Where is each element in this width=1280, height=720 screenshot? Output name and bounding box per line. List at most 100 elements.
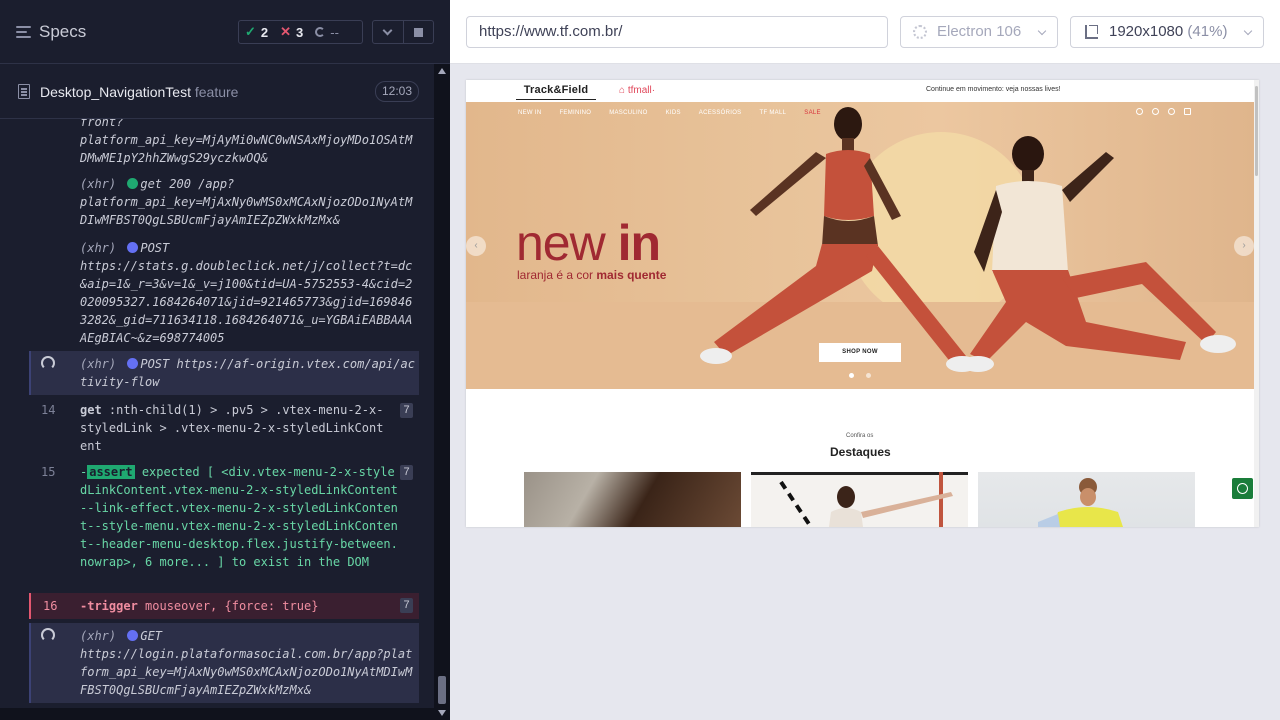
carousel-next-button[interactable]: ›: [1234, 236, 1254, 256]
loading-spinner-icon: [41, 628, 55, 642]
pending-icon: [315, 27, 326, 37]
carousel-dot[interactable]: [849, 373, 854, 378]
site-topbar: Track&Field ⌂ tfmall· Continue em movime…: [466, 80, 1259, 102]
carousel-dot[interactable]: [866, 373, 871, 378]
site-logo[interactable]: Track&Field: [516, 84, 596, 100]
command-selector: :nth-child(1) > .pv5 > .vtex-menu-2-x-st…: [80, 403, 384, 453]
url-bar[interactable]: https://www.tf.com.br/: [466, 16, 888, 48]
hero-sub-b: mais quente: [596, 268, 667, 282]
command-log-item[interactable]: front? platform_api_key=MjAyMi0wNC0wNSAx…: [29, 119, 419, 165]
shop-now-button[interactable]: SHOP NOW: [819, 343, 901, 362]
xhr-method: POST: [140, 357, 170, 371]
command-message: front? platform_api_key=MjAyMi0wNC0wNSAx…: [80, 119, 415, 167]
bag-icon[interactable]: [1184, 108, 1191, 115]
nav-item[interactable]: FEMININO: [559, 110, 591, 116]
specs-toggle[interactable]: Specs: [16, 22, 86, 42]
element-count-badge: 7: [400, 403, 413, 418]
passed-stat: ✓ 2: [239, 24, 274, 40]
command-args: mouseover, {force: true}: [145, 599, 319, 613]
hero-sub-a: laranja é a cor: [517, 268, 597, 282]
viewport-size: 1920x1080: [1109, 23, 1184, 40]
reporter-scrollbar[interactable]: [434, 64, 450, 720]
command-message: get :nth-child(1) > .pv5 > .vtex-menu-2-…: [80, 401, 385, 455]
search-icon[interactable]: [1136, 108, 1143, 115]
assert-tag: assert: [87, 465, 135, 479]
collapse-button[interactable]: [373, 21, 404, 43]
command-name: -trigger: [80, 599, 138, 613]
product-card[interactable]: [978, 472, 1195, 527]
command-log-item[interactable]: 14 get :nth-child(1) > .pv5 > .vtex-menu…: [29, 401, 419, 457]
card-image: [1038, 478, 1123, 527]
xhr-tag: (xhr): [80, 177, 117, 191]
command-log-item[interactable]: 16 -trigger mouseover, {force: true} 7: [29, 593, 419, 619]
pending-count: --: [330, 24, 339, 40]
specs-title: Specs: [39, 22, 87, 41]
run-controls: [372, 20, 434, 44]
tfmall-link[interactable]: ⌂ tfmall·: [619, 85, 655, 96]
xhr-url: https://login.plataformasocial.com.br/ap…: [80, 647, 413, 697]
spec-file-name: Desktop_NavigationTest: [40, 84, 191, 100]
passed-count: 2: [260, 24, 269, 40]
site-message[interactable]: Continue em movimento: veja nossas lives…: [926, 86, 1061, 93]
browser-selector[interactable]: Electron 106: [900, 16, 1058, 48]
status-dot-icon: [127, 358, 139, 369]
reporter-header: Specs ✓ 2 ✕ 3 --: [0, 0, 450, 64]
heart-icon[interactable]: [1152, 108, 1159, 115]
check-icon: ✓: [245, 24, 256, 39]
section-kicker: Confira os: [846, 433, 874, 439]
assert-subject: [ <div.vtex-menu-2-x-styledLinkContent.v…: [80, 465, 398, 569]
product-card[interactable]: [524, 472, 741, 527]
ruler-icon: [1085, 25, 1098, 39]
hero-subtitle: laranja é a cor mais quente: [517, 268, 666, 282]
command-number: 15: [41, 465, 56, 479]
browser-label: Electron 106: [937, 23, 1022, 40]
nav-item[interactable]: NEW IN: [518, 110, 541, 116]
chevron-down-icon: [1037, 26, 1047, 36]
scroll-up-icon[interactable]: [438, 68, 446, 74]
site-scrollbar[interactable]: [1254, 80, 1259, 527]
command-log-item[interactable]: (xhr) get 200 /app? platform_api_key=MjA…: [29, 175, 419, 229]
xhr-url: platform_api_key=MjAxNy0wMS0xMCAxNjozODo…: [80, 195, 413, 227]
xhr-method: get 200 /app?: [140, 177, 235, 191]
chevron-down-icon: [382, 25, 393, 35]
hero-banner[interactable]: NEW IN FEMININO MASCULINO KIDS ACESSÓRIO…: [466, 102, 1254, 389]
user-icon[interactable]: [1168, 108, 1175, 115]
loading-spinner-icon: [41, 356, 55, 370]
app-under-test-frame[interactable]: Track&Field ⌂ tfmall· Continue em movime…: [466, 80, 1259, 527]
status-dot-icon: [127, 178, 139, 189]
element-count-badge: 7: [400, 465, 413, 480]
site-nav-icons: [1136, 108, 1191, 115]
aut-header: https://www.tf.com.br/ Electron 106 1920…: [450, 0, 1280, 64]
command-log-item[interactable]: (xhr) GET https://login.plataformasocial…: [29, 623, 419, 703]
pending-stat: --: [309, 25, 345, 40]
spec-file-ext: feature: [190, 84, 239, 100]
command-log-item[interactable]: (xhr) POST https://af-origin.vtex.com/ap…: [29, 351, 419, 395]
scroll-down-icon[interactable]: [438, 710, 446, 716]
document-icon: [18, 84, 30, 99]
xhr-method: GET: [140, 629, 163, 643]
nav-item[interactable]: MASCULINO: [609, 110, 647, 116]
spec-name[interactable]: Desktop_NavigationTest feature: [40, 84, 238, 100]
assert-predicate: to exist in the DOM: [231, 555, 370, 569]
electron-icon: [913, 25, 927, 39]
section-title: Destaques: [830, 445, 891, 459]
command-message: (xhr) GET https://login.plataformasocial…: [80, 627, 415, 699]
element-count-badge: 7: [400, 598, 413, 613]
viewport-selector[interactable]: 1920x1080 (41%): [1070, 16, 1264, 48]
cut-line: front?: [80, 119, 124, 129]
xhr-url: https://stats.g.doubleclick.net/j/collec…: [80, 259, 413, 345]
reporter-footer: [0, 708, 434, 720]
command-message: (xhr) get 200 /app? platform_api_key=MjA…: [80, 175, 415, 229]
carousel-prev-button[interactable]: ‹: [466, 236, 486, 256]
scroll-thumb[interactable]: [1255, 86, 1258, 176]
command-message: (xhr) POST https://af-origin.vtex.com/ap…: [80, 355, 415, 391]
scroll-thumb[interactable]: [438, 676, 446, 704]
stop-button[interactable]: [404, 21, 434, 43]
hero-title-b: in: [617, 215, 661, 271]
failed-count: 3: [296, 24, 304, 40]
url-line: DMwME1pY2hhZWwgS29yczkwOQ&: [80, 151, 268, 165]
whatsapp-icon[interactable]: [1232, 478, 1253, 499]
command-log-item[interactable]: 15 - assert expected [ <div.vtex-menu-2-x…: [29, 463, 419, 589]
command-log-item[interactable]: (xhr) POST https://stats.g.doubleclick.n…: [29, 239, 419, 345]
product-card[interactable]: [751, 472, 968, 527]
